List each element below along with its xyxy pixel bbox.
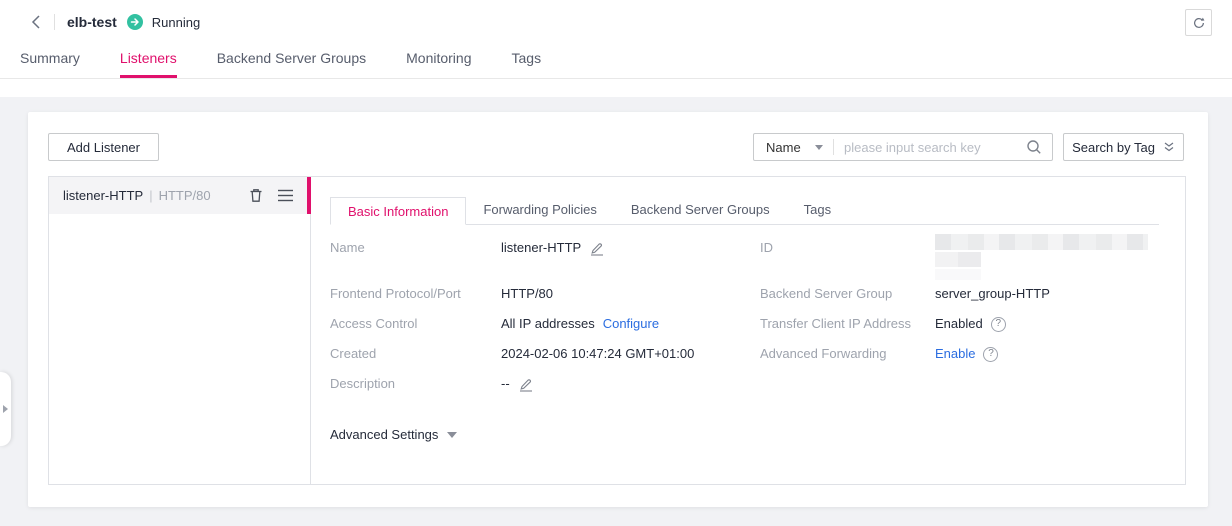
filter-selected-label: Name bbox=[766, 140, 801, 155]
field-value: server_group-HTTP bbox=[935, 285, 1050, 303]
detail-tab-bar: Basic Information Forwarding Policies Ba… bbox=[330, 196, 1159, 225]
detail-tab-basic-information[interactable]: Basic Information bbox=[330, 197, 466, 225]
field-value: Enabled bbox=[935, 315, 983, 333]
nav-tab-bar: Summary Listeners Backend Server Groups … bbox=[0, 44, 1232, 79]
listener-menu-handle[interactable] bbox=[277, 189, 294, 202]
listener-detail: Basic Information Forwarding Policies Ba… bbox=[311, 177, 1185, 484]
field-label: Description bbox=[330, 375, 501, 393]
detail-tab-tags[interactable]: Tags bbox=[787, 196, 848, 224]
field-access-control: Access Control All IP addresses Configur… bbox=[330, 315, 659, 333]
refresh-icon bbox=[1192, 16, 1206, 30]
field-frontend-protocol-port: Frontend Protocol/Port HTTP/80 bbox=[330, 285, 553, 303]
trash-icon bbox=[248, 187, 264, 204]
chevron-right-icon bbox=[3, 405, 8, 413]
header-strip bbox=[0, 79, 1232, 97]
field-description: Description -- bbox=[330, 375, 533, 393]
field-label: Backend Server Group bbox=[760, 285, 935, 303]
advanced-settings-toggle[interactable]: Advanced Settings bbox=[330, 427, 457, 442]
status-badge: Running bbox=[127, 14, 200, 30]
field-id: ID bbox=[760, 239, 935, 257]
delete-listener-button[interactable] bbox=[248, 187, 264, 204]
configure-link[interactable]: Configure bbox=[603, 315, 659, 333]
tab-summary[interactable]: Summary bbox=[20, 50, 80, 78]
field-value: -- bbox=[501, 375, 510, 393]
caret-down-icon bbox=[815, 145, 823, 150]
advanced-settings-label: Advanced Settings bbox=[330, 427, 438, 442]
listener-list: listener-HTTP | HTTP/80 bbox=[49, 177, 311, 484]
status-label: Running bbox=[152, 15, 200, 30]
add-listener-button[interactable]: Add Listener bbox=[48, 133, 159, 161]
help-icon[interactable]: ? bbox=[983, 347, 998, 362]
field-label: Transfer Client IP Address bbox=[760, 315, 935, 333]
separator: | bbox=[149, 188, 152, 203]
side-panel-expander[interactable] bbox=[0, 372, 11, 446]
hamburger-icon bbox=[277, 189, 294, 202]
field-label: Advanced Forwarding bbox=[760, 345, 935, 363]
caret-down-icon bbox=[447, 432, 457, 438]
edit-description-button[interactable] bbox=[518, 377, 533, 392]
field-advanced-forwarding: Advanced Forwarding Enable ? bbox=[760, 345, 998, 363]
field-transfer-client-ip: Transfer Client IP Address Enabled ? bbox=[760, 315, 1006, 333]
search-icon[interactable] bbox=[1026, 139, 1042, 155]
running-arrow-icon bbox=[127, 14, 143, 30]
field-value: listener-HTTP bbox=[501, 239, 581, 257]
field-label: Access Control bbox=[330, 315, 501, 333]
detail-tab-backend-server-groups[interactable]: Backend Server Groups bbox=[614, 196, 787, 224]
listener-protocol: HTTP/80 bbox=[159, 188, 211, 203]
obscured-id-value bbox=[935, 269, 981, 280]
search-filter-select[interactable]: Name bbox=[754, 140, 833, 155]
tab-backend-server-groups[interactable]: Backend Server Groups bbox=[217, 50, 366, 78]
search-combo: Name bbox=[753, 133, 1053, 161]
edit-pencil-icon bbox=[518, 377, 533, 392]
obscured-id-value bbox=[935, 234, 1148, 250]
page-background: Add Listener Name Search by Tag bbox=[0, 97, 1232, 526]
detail-tab-forwarding-policies[interactable]: Forwarding Policies bbox=[466, 196, 613, 224]
search-by-tag-button[interactable]: Search by Tag bbox=[1063, 133, 1184, 161]
edit-name-button[interactable] bbox=[589, 241, 604, 256]
page-title: elb-test bbox=[67, 14, 117, 30]
listener-name: listener-HTTP bbox=[63, 188, 143, 203]
field-label: Frontend Protocol/Port bbox=[330, 285, 501, 303]
back-button[interactable] bbox=[26, 12, 46, 32]
field-value: HTTP/80 bbox=[501, 285, 553, 303]
help-icon[interactable]: ? bbox=[991, 317, 1006, 332]
field-value: 2024-02-06 10:47:24 GMT+01:00 bbox=[501, 345, 694, 363]
enable-advanced-forwarding-link[interactable]: Enable bbox=[935, 345, 975, 363]
field-name: Name listener-HTTP bbox=[330, 239, 604, 257]
search-input[interactable] bbox=[834, 140, 1026, 155]
listener-list-item[interactable]: listener-HTTP | HTTP/80 bbox=[49, 177, 310, 214]
tab-listeners[interactable]: Listeners bbox=[120, 50, 177, 78]
search-by-tag-label: Search by Tag bbox=[1072, 140, 1155, 155]
field-label: Name bbox=[330, 239, 501, 257]
field-backend-server-group: Backend Server Group server_group-HTTP bbox=[760, 285, 1050, 303]
refresh-button[interactable] bbox=[1185, 9, 1212, 36]
double-chevron-down-icon bbox=[1163, 141, 1175, 153]
field-created: Created 2024-02-06 10:47:24 GMT+01:00 bbox=[330, 345, 694, 363]
tab-tags[interactable]: Tags bbox=[512, 50, 542, 78]
listener-panel: listener-HTTP | HTTP/80 bbox=[48, 176, 1186, 485]
listeners-card: Add Listener Name Search by Tag bbox=[28, 112, 1208, 507]
tab-monitoring[interactable]: Monitoring bbox=[406, 50, 471, 78]
obscured-id-value bbox=[935, 252, 981, 267]
field-label: Created bbox=[330, 345, 501, 363]
top-bar: elb-test Running bbox=[0, 0, 1232, 44]
divider bbox=[54, 14, 55, 30]
field-value: All IP addresses bbox=[501, 315, 595, 333]
edit-pencil-icon bbox=[589, 241, 604, 256]
field-label: ID bbox=[760, 239, 935, 257]
chevron-left-icon bbox=[30, 15, 42, 29]
